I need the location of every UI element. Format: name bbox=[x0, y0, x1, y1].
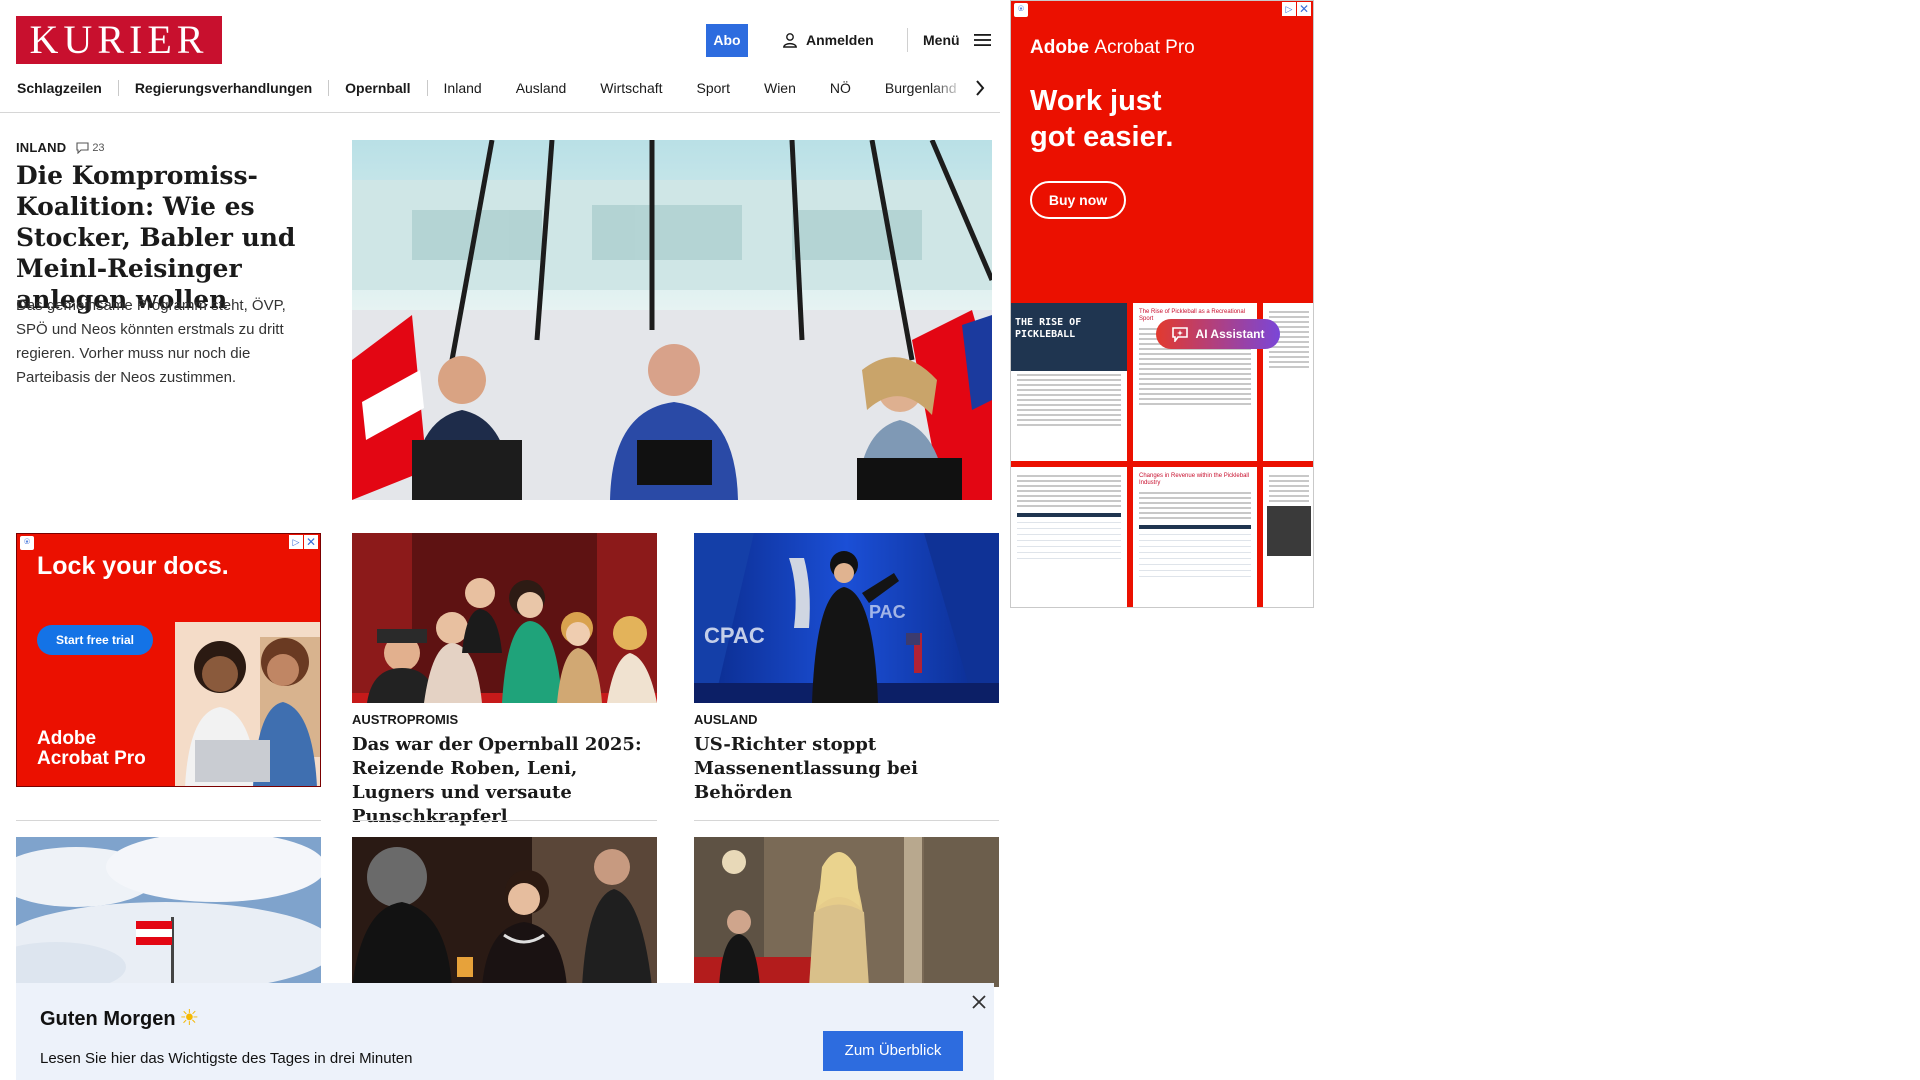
ad-close-icon[interactable]: ✕ bbox=[1297, 2, 1311, 16]
comment-count[interactable]: 23 bbox=[76, 141, 105, 154]
morning-briefing-banner: Guten Morgen ☀ Lesen Sie hier das Wichtig… bbox=[16, 983, 994, 1080]
banner-text: Lesen Sie hier das Wichtigste des Tages … bbox=[40, 1050, 413, 1067]
sun-icon: ☀ bbox=[179, 1005, 200, 1030]
nav-item-regierungsverhandlungen[interactable]: Regierungsverhandlungen bbox=[135, 80, 312, 96]
row-divider bbox=[694, 820, 999, 821]
abo-button[interactable]: Abo bbox=[706, 24, 748, 57]
row-divider bbox=[352, 820, 657, 821]
nav-item-opernball[interactable]: Opernball bbox=[345, 80, 410, 96]
ad-headline-line1: Work just bbox=[1030, 85, 1162, 117]
card-headline-us-judge[interactable]: US-Richter stoppt Massenentlassung bei B… bbox=[694, 733, 999, 805]
banner-title: Guten Morgen ☀ bbox=[40, 1005, 199, 1031]
card-image-ball-guests[interactable] bbox=[352, 837, 657, 987]
lead-image[interactable] bbox=[352, 140, 992, 500]
start-free-trial-button[interactable]: Start free trial bbox=[37, 625, 153, 655]
nav-item-ausland[interactable]: Ausland bbox=[516, 80, 567, 96]
nav-item-schlagzeilen[interactable]: Schlagzeilen bbox=[17, 80, 102, 96]
comment-icon bbox=[76, 141, 89, 154]
nav-divider bbox=[426, 80, 428, 96]
ad-close-icon[interactable]: ✕ bbox=[304, 535, 318, 549]
doc-thumb-6 bbox=[1263, 467, 1313, 607]
close-icon[interactable] bbox=[970, 993, 988, 1011]
section-nav: Schlagzeilen Regierungsverhandlungen Ope… bbox=[16, 78, 986, 98]
ad-headline: Lock your docs. bbox=[37, 552, 229, 580]
adchoices-icon[interactable]: ⍟ bbox=[1014, 3, 1028, 17]
chevron-right-icon[interactable] bbox=[972, 77, 988, 99]
ad-info-icon[interactable]: ▷ bbox=[1282, 2, 1296, 16]
ad-headline: Work just got easier. bbox=[1030, 83, 1173, 155]
nav-divider bbox=[117, 80, 119, 96]
card-kicker-ausland[interactable]: AUSLAND bbox=[694, 712, 758, 727]
svg-text:PAC: PAC bbox=[869, 602, 906, 622]
card-image-ball-gown[interactable] bbox=[694, 837, 999, 987]
kurier-logo[interactable]: KURIER bbox=[16, 16, 222, 64]
header-divider-line bbox=[0, 112, 1000, 113]
comment-count-value: 23 bbox=[92, 141, 105, 154]
user-icon bbox=[783, 33, 797, 48]
lead-kicker[interactable]: INLAND bbox=[16, 140, 66, 155]
card-headline-opernball[interactable]: Das war der Opernball 2025: Reizende Rob… bbox=[352, 733, 657, 829]
ad-brand-line1: Adobe bbox=[37, 728, 97, 749]
lead-headline[interactable]: Die Kompromiss-Koalition: Wie es Stocker… bbox=[16, 160, 322, 315]
ai-assistant-button[interactable]: AI Assistant bbox=[1156, 319, 1280, 349]
nav-item-noe[interactable]: NÖ bbox=[830, 80, 851, 96]
row-divider bbox=[16, 820, 321, 821]
banner-title-text: Guten Morgen bbox=[40, 1008, 176, 1030]
header-divider bbox=[907, 28, 908, 52]
doc-thumb-4 bbox=[1011, 467, 1127, 607]
ad-photo-women bbox=[175, 622, 320, 786]
zum-ueberblick-button[interactable]: Zum Überblick bbox=[823, 1031, 963, 1071]
nav-item-sport[interactable]: Sport bbox=[697, 80, 730, 96]
nav-item-inland[interactable]: Inland bbox=[444, 80, 482, 96]
doc-thumb-1: THE RISE OF PICKLEBALL bbox=[1011, 303, 1127, 461]
login-button[interactable]: Anmelden bbox=[782, 28, 874, 52]
card-image-opernball[interactable] bbox=[352, 533, 657, 703]
doc-thumb-5-title: Changes in Revenue within the Pickleball… bbox=[1139, 473, 1250, 486]
ad-controls: ▷ ✕ bbox=[289, 535, 318, 549]
ad-info-icon[interactable]: ▷ bbox=[289, 535, 303, 549]
buy-now-button[interactable]: Buy now bbox=[1030, 181, 1126, 219]
hamburger-icon bbox=[973, 34, 991, 46]
card-kicker-austropromis[interactable]: AUSTROPROMIS bbox=[352, 712, 458, 727]
ad-headline-line2: got easier. bbox=[1030, 121, 1174, 153]
ai-assistant-label: AI Assistant bbox=[1195, 327, 1265, 341]
card-image-us-judge[interactable]: CPAC PAC bbox=[694, 533, 999, 703]
menu-label: Menü bbox=[923, 32, 960, 48]
adchoices-icon[interactable]: ⍟ bbox=[20, 536, 34, 550]
lead-teaser: Das gemeinsame Programm steht, ÖVP, SPÖ … bbox=[16, 297, 286, 386]
card-image-sky-flag[interactable] bbox=[16, 837, 321, 987]
nav-item-wien[interactable]: Wien bbox=[764, 80, 796, 96]
ad-banner-lock-your-docs[interactable]: ⍟ ▷ ✕ Lock your docs. Start free trial A… bbox=[16, 533, 321, 787]
svg-text:CPAC: CPAC bbox=[704, 623, 765, 648]
nav-divider bbox=[328, 80, 330, 96]
ad-brand-adobe: Adobe bbox=[1030, 37, 1090, 58]
doc-thumb-1-title: THE RISE OF PICKLEBALL bbox=[1011, 303, 1127, 371]
lead-meta: INLAND 23 bbox=[16, 140, 105, 155]
nav-item-wirtschaft[interactable]: Wirtschaft bbox=[600, 80, 662, 96]
ai-assistant-icon bbox=[1171, 326, 1188, 342]
menu-button[interactable]: Menü bbox=[923, 28, 991, 52]
ad-brand: Adobe Acrobat Pro bbox=[1030, 37, 1195, 59]
doc-thumb-5: Changes in Revenue within the Pickleball… bbox=[1133, 467, 1257, 607]
ad-brand: Adobe Acrobat Pro bbox=[37, 729, 146, 769]
ad-controls: ▷ ✕ bbox=[1282, 2, 1311, 16]
login-label: Anmelden bbox=[806, 32, 874, 48]
ad-skyscraper-acrobat[interactable]: ⍟ ▷ ✕ Adobe Acrobat Pro Work just got ea… bbox=[1010, 0, 1314, 608]
ad-brand-product: Acrobat Pro bbox=[1094, 37, 1195, 58]
ad-brand-line2: Acrobat Pro bbox=[37, 748, 146, 769]
